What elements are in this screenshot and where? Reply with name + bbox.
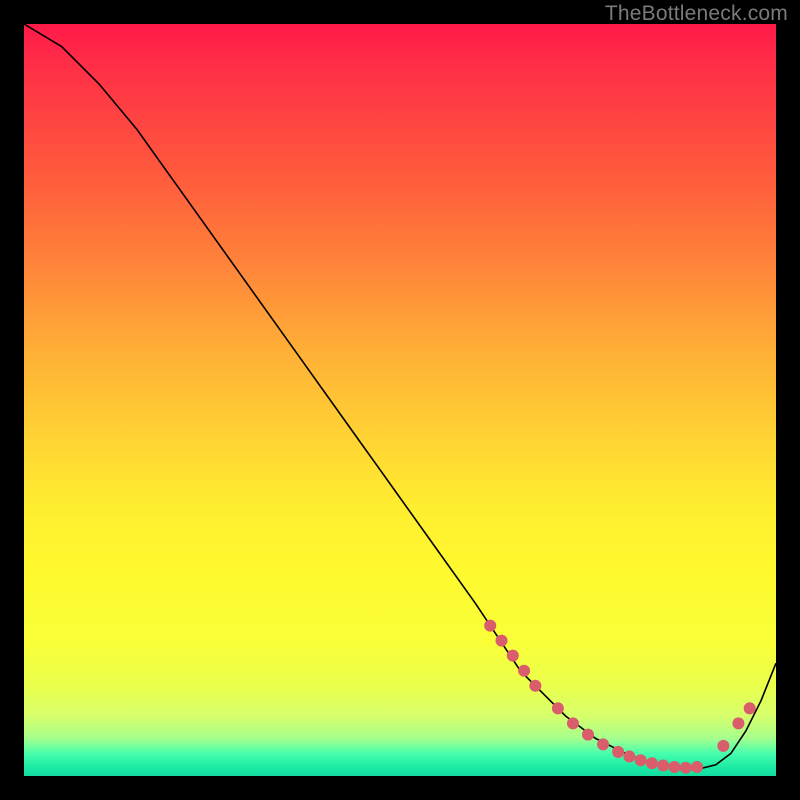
marker-dot	[518, 665, 530, 677]
plot-area	[24, 24, 776, 776]
curve-path	[24, 24, 776, 768]
marker-dot	[484, 620, 496, 632]
marker-dot	[597, 738, 609, 750]
marker-group	[484, 620, 755, 774]
marker-dot	[496, 635, 508, 647]
marker-dot	[657, 759, 669, 771]
marker-dot	[529, 680, 541, 692]
marker-dot	[612, 746, 624, 758]
marker-dot	[582, 729, 594, 741]
marker-dot	[668, 761, 680, 773]
attribution-label: TheBottleneck.com	[605, 2, 788, 26]
chart-svg	[24, 24, 776, 776]
marker-dot	[717, 740, 729, 752]
marker-dot	[623, 750, 635, 762]
marker-dot	[507, 650, 519, 662]
chart-frame: TheBottleneck.com	[0, 0, 800, 800]
marker-dot	[744, 702, 756, 714]
marker-dot	[732, 717, 744, 729]
marker-dot	[646, 757, 658, 769]
marker-dot	[680, 762, 692, 774]
marker-dot	[567, 717, 579, 729]
marker-dot	[635, 754, 647, 766]
marker-dot	[552, 702, 564, 714]
marker-dot	[691, 761, 703, 773]
